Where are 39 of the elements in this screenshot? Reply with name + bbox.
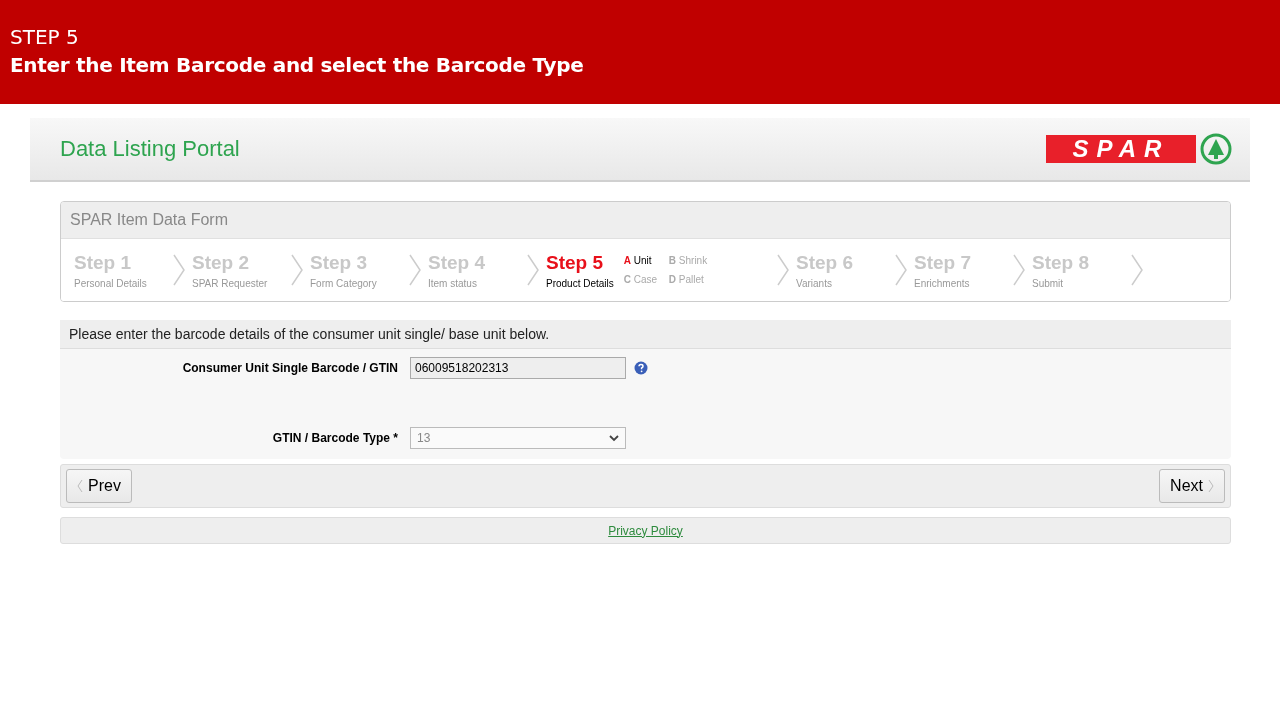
step-caption: Item status (428, 277, 478, 289)
tree-logo-icon (1200, 133, 1232, 165)
dropdown-caret-icon (609, 434, 619, 442)
banner-instruction: Enter the Item Barcode and select the Barcode Type (10, 52, 585, 79)
privacy-policy-link[interactable]: Privacy Policy (608, 523, 683, 538)
step-caption: Personal Details (74, 277, 147, 289)
step-caption: Submit (1032, 277, 1065, 289)
logo-wordmark: SPAR (1046, 135, 1196, 163)
chevron-right-icon (1208, 479, 1214, 493)
field-label: Consumer Unit Single Barcode / GTIN (181, 361, 399, 375)
barcode-input-field[interactable]: 06009518202313 (410, 357, 626, 379)
step-caption: Enrichments (914, 277, 971, 289)
substep-link[interactable]: D Pallet (668, 273, 729, 289)
chevron-left-icon (77, 479, 83, 493)
chevron-icon (1130, 253, 1144, 287)
banner-step: STEP 5 (10, 24, 1270, 50)
step-label[interactable]: Step 5 (546, 251, 614, 274)
chevron-icon (526, 253, 540, 287)
step-caption: SPAR Requester (192, 277, 268, 289)
chevron-icon (894, 253, 908, 287)
help-icon[interactable] (634, 361, 648, 375)
step-caption: Product Details (546, 277, 614, 289)
substep-link[interactable]: A Unit (623, 254, 669, 270)
chevron-icon (408, 253, 422, 287)
prev-button[interactable]: Prev (66, 469, 132, 503)
substep-link[interactable]: B Shrink (668, 254, 729, 270)
next-button[interactable]: Next (1159, 469, 1225, 503)
section-heading: Please enter the barcode details of the consumer unit single/ base unit below. (60, 320, 1231, 349)
step-caption: Form Category (310, 277, 377, 289)
chevron-icon (172, 253, 186, 287)
barcode-type-dropdown[interactable]: 13 (410, 427, 626, 449)
chevron-icon (1012, 253, 1026, 287)
substep-link[interactable]: C Case (623, 273, 669, 289)
field-label: GTIN / Barcode Type * (271, 431, 399, 445)
step-caption: Variants (796, 277, 833, 289)
form-title: SPAR Item Data Form (61, 202, 1230, 239)
portal-title: Data Listing Portal (60, 136, 240, 162)
chevron-icon (290, 253, 304, 287)
chevron-icon (776, 253, 790, 287)
